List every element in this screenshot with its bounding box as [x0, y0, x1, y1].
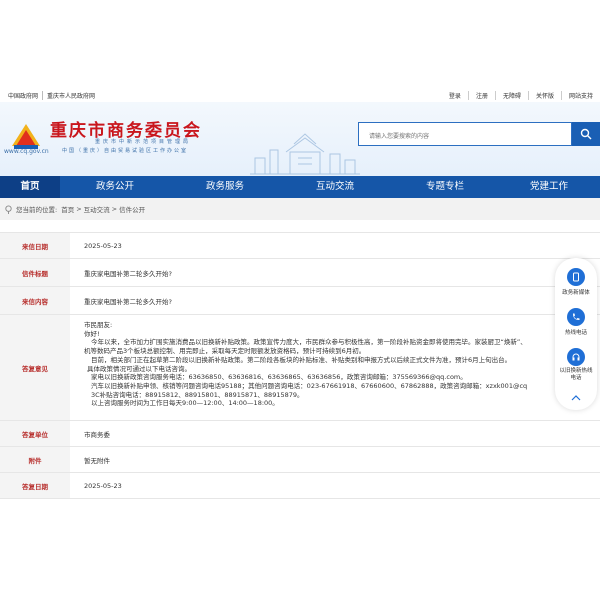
- chevron-up-icon[interactable]: [570, 394, 582, 402]
- breadcrumb-home[interactable]: 首页: [61, 204, 74, 214]
- reply-line: 市民朋友:: [84, 321, 113, 329]
- float-hotline[interactable]: 热线电话: [555, 308, 597, 336]
- nav-special-topics[interactable]: 专题专栏: [390, 176, 500, 198]
- nav-party-building[interactable]: 党建工作: [500, 176, 600, 198]
- page: 中国政府网 重庆市人民政府网 登录 注册 无障碍 关怀版 网站支持 重庆市商务委…: [0, 0, 600, 600]
- nav-interaction[interactable]: 互动交流: [280, 176, 390, 198]
- reply-line: 具体政策情况可通过以下电话咨询。: [87, 364, 191, 373]
- letter-content-value: 重庆家电国补第二轮多久开始?: [84, 297, 172, 306]
- reply-line: 机等数码产品3个板块总额控制、用完即止，采取每天定时限额发放资格码，预计可持续到…: [84, 347, 366, 356]
- link-cq-gov[interactable]: 重庆市人民政府网: [43, 91, 99, 100]
- main-nav: 首页 政务公开 政务服务 互动交流 专题专栏 党建工作: [0, 176, 600, 198]
- attachment-label: 附件: [0, 447, 70, 472]
- table-row-attachment: 附件 暂无附件: [0, 447, 600, 473]
- phone-icon: [567, 308, 585, 326]
- mobile-phone-icon: [567, 268, 585, 286]
- nav-gov-services[interactable]: 政务服务: [170, 176, 280, 198]
- top-bar-left-links: 中国政府网 重庆市人民政府网: [4, 91, 99, 100]
- table-row-reply-date: 答复日期 2025-05-23: [0, 473, 600, 499]
- register-link[interactable]: 注册: [467, 91, 495, 100]
- site-subtitle-2: 中国（重庆）自由贸易试验区工作办公室: [62, 148, 189, 154]
- accessibility-link[interactable]: 无障碍: [494, 91, 528, 100]
- top-bar: 中国政府网 重庆市人民政府网 登录 注册 无障碍 关怀版 网站支持: [0, 88, 600, 102]
- breadcrumb-separator: >: [76, 205, 82, 213]
- reply-line: 汽车以旧换新补贴申领、核销等问题咨询电话95188；其他问题咨询电话：023-6…: [91, 381, 528, 390]
- float-hotline-label: 热线电话: [564, 330, 587, 336]
- table-row-received-date: 来信日期 2025-05-23: [0, 233, 600, 259]
- nav-gov-affairs-open[interactable]: 政务公开: [60, 176, 170, 198]
- breadcrumb-interaction[interactable]: 互动交流: [84, 204, 110, 214]
- received-date-value: 2025-05-23: [84, 241, 122, 250]
- reply-line: 以上咨询服务时间为工作日每天9:00—12:00、14:00—18:00。: [91, 399, 279, 408]
- search-button[interactable]: [572, 122, 600, 146]
- side-float-panel: 政务新媒体 热线电话 以旧换新热线电话: [555, 258, 597, 410]
- reply-unit-value: 市商务委: [84, 430, 110, 439]
- site-support-link[interactable]: 网站支持: [560, 91, 600, 100]
- reply-label: 答复意见: [0, 315, 70, 420]
- nav-home[interactable]: 首页: [0, 176, 60, 198]
- search-input[interactable]: [359, 125, 571, 148]
- reply-unit-label: 答复单位: [0, 421, 70, 446]
- table-row-reply: 答复意见 市民朋友: 你好! 今年以来，全市加力扩围实施消费品以旧换新补贴政策。…: [0, 315, 600, 421]
- reply-body: 市民朋友: 你好! 今年以来，全市加力扩围实施消费品以旧换新补贴政策。政策宣传力…: [70, 315, 600, 420]
- breadcrumb-prefix: 您当前的位置:: [16, 206, 58, 214]
- attachment-value: 暂无附件: [84, 456, 110, 465]
- breadcrumb-letters[interactable]: 信件公开: [119, 204, 145, 214]
- reply-line: 今年以来，全市加力扩围实施消费品以旧换新补贴政策。政策宣传力度大，市民群众参与积…: [91, 338, 527, 347]
- location-icon: [5, 204, 12, 214]
- login-link[interactable]: 登录: [442, 91, 468, 100]
- letter-table: 来信日期 2025-05-23 信件标题 重庆家电国补第二轮多久开始? 来信内容…: [0, 232, 600, 499]
- float-trade-in-hotline[interactable]: 以旧换新热线电话: [555, 348, 597, 382]
- table-row-content: 来信内容 重庆家电国补第二轮多久开始?: [0, 287, 600, 315]
- received-date-label: 来信日期: [0, 233, 70, 258]
- letter-title-label: 信件标题: [0, 259, 70, 286]
- search-icon: [580, 128, 592, 140]
- float-new-media[interactable]: 政务新媒体: [555, 268, 597, 296]
- table-row-title: 信件标题 重庆家电国补第二轮多久开始?: [0, 259, 600, 287]
- site-subtitle-1: 重庆市中新示范项目管理局: [95, 139, 192, 145]
- reply-date-value: 2025-05-23: [84, 481, 122, 490]
- table-row-unit: 答复单位 市商务委: [0, 421, 600, 447]
- elder-mode-link[interactable]: 关怀版: [527, 91, 561, 100]
- reply-line: 目前，相关部门正在起草第二阶段以旧换新补贴政策。第二阶段各板块的补贴标准、补贴类…: [91, 355, 512, 364]
- letter-title-value: 重庆家电国补第二轮多久开始?: [84, 269, 172, 278]
- top-bar-right-links: 登录 注册 无障碍 关怀版 网站支持: [442, 91, 600, 100]
- site-header: 重庆市商务委员会 重庆市中新示范项目管理局 中国（重庆）自由贸易试验区工作办公室…: [0, 102, 600, 176]
- headset-icon: [567, 348, 585, 366]
- site-domain: www.cq.gov.cn: [4, 148, 49, 155]
- reply-date-label: 答复日期: [0, 473, 70, 498]
- search-box: [358, 122, 572, 148]
- link-gov-cn[interactable]: 中国政府网: [4, 91, 44, 100]
- letter-content-label: 来信内容: [0, 287, 70, 314]
- float-trade-in-hotline-label: 以旧换新热线电话: [559, 368, 593, 381]
- breadcrumb: 您当前的位置: 首页 > 互动交流 > 信件公开: [0, 198, 600, 220]
- skyline-illustration-icon: [250, 133, 360, 175]
- float-new-media-label: 政务新媒体: [562, 290, 590, 296]
- reply-line: 家电以旧换新政策咨询服务电话：63636850、63636816、6363686…: [91, 373, 467, 382]
- breadcrumb-separator: >: [111, 205, 118, 213]
